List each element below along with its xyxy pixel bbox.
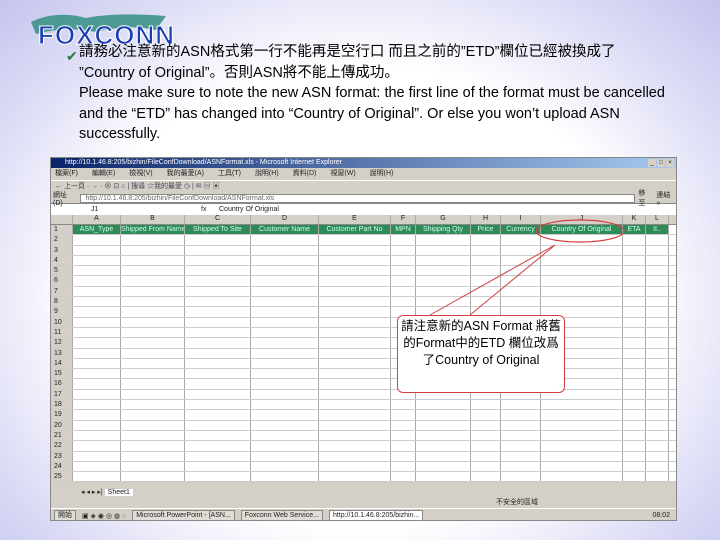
callout-pointer xyxy=(429,244,556,316)
annotation-overlay xyxy=(429,219,625,316)
callout-box: 請注意新的ASN Format 將舊的Format中的ETD 欄位改爲了Coun… xyxy=(397,315,565,393)
highlight-ellipse xyxy=(535,219,625,243)
